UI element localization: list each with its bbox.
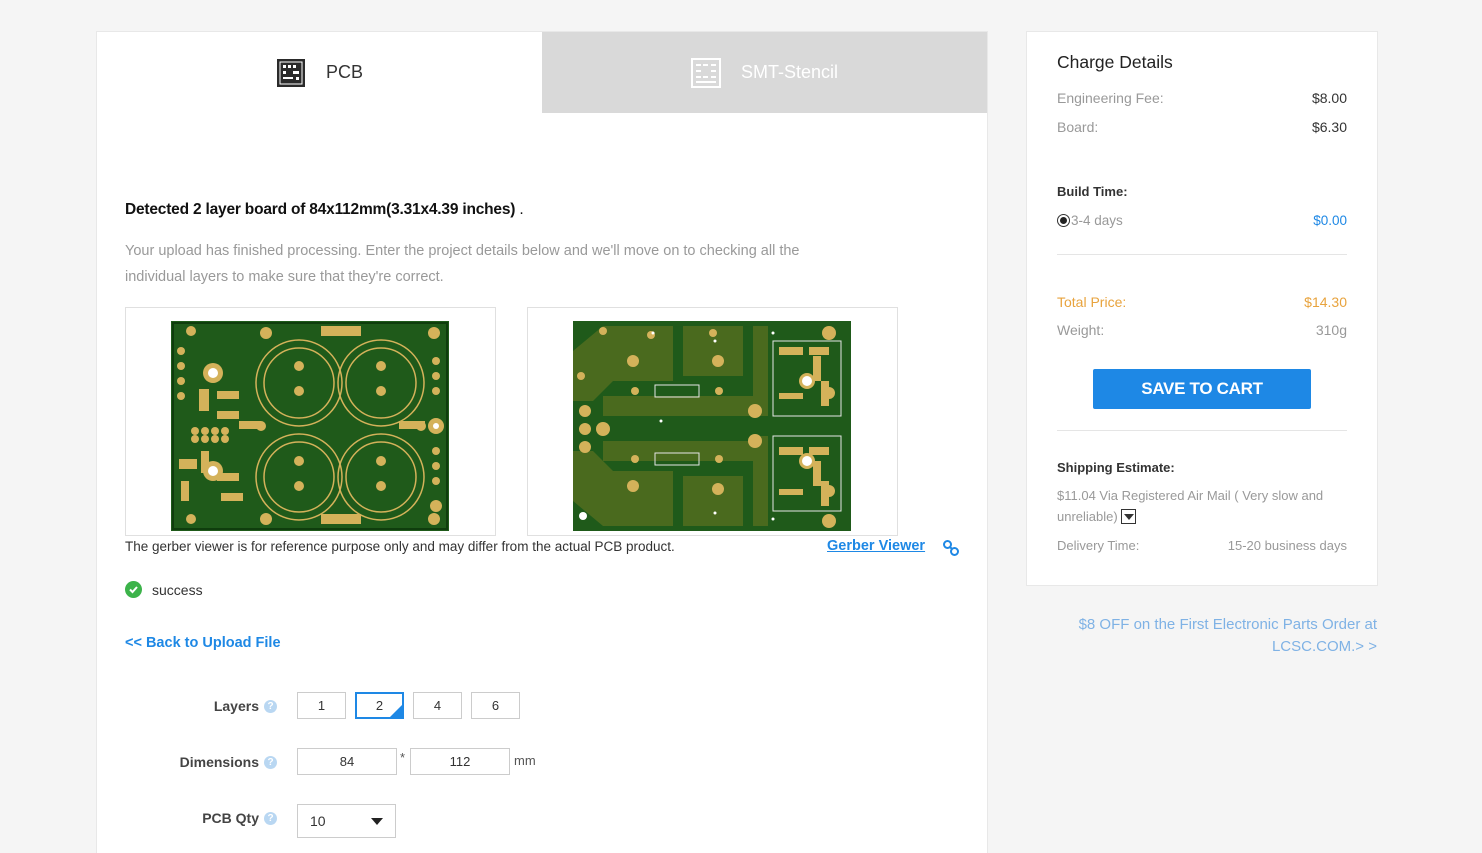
pcb-qty-select[interactable]: 10 bbox=[297, 804, 396, 838]
detected-board-info: Detected 2 layer board of 84x112mm(3.31x… bbox=[125, 201, 524, 219]
divider bbox=[1057, 430, 1347, 431]
times-symbol: * bbox=[400, 750, 406, 765]
height-input[interactable]: 112 bbox=[410, 748, 510, 775]
detected-dot: . bbox=[515, 201, 524, 218]
build-option-label: 3-4 days bbox=[1071, 213, 1123, 228]
gerber-reference-note: The gerber viewer is for reference purpo… bbox=[125, 539, 675, 554]
layers-label: Layers? bbox=[137, 698, 277, 714]
unit-label: mm bbox=[514, 753, 536, 768]
build-option-price: $0.00 bbox=[1313, 213, 1347, 228]
engineering-fee-label: Engineering Fee: bbox=[1057, 90, 1164, 106]
pcb-bottom-preview[interactable] bbox=[527, 307, 898, 536]
charge-details-panel: Charge Details Engineering Fee: $8.00 Bo… bbox=[1026, 31, 1378, 586]
board-row: Board: $6.30 bbox=[1057, 119, 1347, 135]
shipping-method: $11.04 Via Registered Air Mail ( Very sl… bbox=[1057, 488, 1324, 524]
shipping-estimate-text: $11.04 Via Registered Air Mail ( Very sl… bbox=[1057, 485, 1347, 527]
pcb-order-panel: PCB SMT-Stencil Detected 2 layer board o… bbox=[96, 31, 988, 853]
layer-option-2[interactable]: 2 bbox=[355, 692, 404, 719]
board-label: Board: bbox=[1057, 119, 1099, 135]
save-to-cart-button[interactable]: SAVE TO CART bbox=[1093, 369, 1311, 409]
build-time-option[interactable]: 3-4 days $0.00 bbox=[1057, 213, 1347, 228]
weight-label: Weight: bbox=[1057, 322, 1105, 338]
total-price-value: $14.30 bbox=[1304, 294, 1347, 310]
total-price-label: Total Price: bbox=[1057, 294, 1127, 310]
caret-down-icon bbox=[371, 818, 383, 825]
layer-option-4[interactable]: 4 bbox=[413, 692, 462, 719]
dimensions-label-text: Dimensions bbox=[179, 754, 259, 770]
charge-details-title: Charge Details bbox=[1057, 52, 1173, 72]
layer-option-6[interactable]: 6 bbox=[471, 692, 520, 719]
help-icon[interactable]: ? bbox=[264, 755, 277, 769]
upload-status: success bbox=[125, 581, 203, 598]
tab-pcb-label: PCB bbox=[325, 62, 363, 82]
dimensions-label: Dimensions? bbox=[137, 754, 277, 770]
weight-value: 310g bbox=[1315, 322, 1347, 338]
pcb-top-image bbox=[171, 321, 449, 531]
check-icon bbox=[125, 581, 142, 598]
delivery-time-row: Delivery Time: 15-20 business days bbox=[1057, 538, 1347, 553]
detected-text: Detected 2 layer board of 84x112mm(3.31x… bbox=[125, 201, 516, 218]
help-icon[interactable]: ? bbox=[264, 811, 277, 825]
pcb-qty-value: 10 bbox=[310, 813, 326, 829]
tab-smt-stencil[interactable]: SMT-Stencil bbox=[542, 32, 987, 113]
delivery-time-label: Delivery Time: bbox=[1057, 538, 1140, 553]
tab-pcb[interactable]: PCB bbox=[97, 32, 542, 113]
pcb-chip-icon bbox=[276, 58, 305, 87]
board-value: $6.30 bbox=[1311, 119, 1347, 135]
layer-option-1[interactable]: 1 bbox=[297, 692, 346, 719]
back-to-upload-link[interactable]: << Back to Upload File bbox=[125, 635, 281, 651]
help-icon[interactable]: ? bbox=[264, 699, 277, 713]
link-icon[interactable] bbox=[942, 539, 960, 557]
shipping-estimate-title: Shipping Estimate: bbox=[1057, 460, 1175, 475]
pcb-qty-label: PCB Qty? bbox=[137, 810, 277, 826]
radio-selected-icon[interactable] bbox=[1057, 214, 1070, 227]
pcb-bottom-image bbox=[573, 321, 851, 531]
engineering-fee-value: $8.00 bbox=[1311, 90, 1347, 106]
total-price-row: Total Price: $14.30 bbox=[1057, 294, 1347, 310]
layers-label-text: Layers bbox=[213, 698, 259, 714]
tab-bar: PCB SMT-Stencil bbox=[97, 32, 987, 113]
engineering-fee-row: Engineering Fee: $8.00 bbox=[1057, 90, 1347, 106]
status-text: success bbox=[152, 581, 203, 598]
pcb-top-preview[interactable] bbox=[125, 307, 496, 536]
width-input[interactable]: 84 bbox=[297, 748, 397, 775]
build-time-title: Build Time: bbox=[1057, 184, 1128, 199]
pcb-qty-label-text: PCB Qty bbox=[202, 810, 259, 826]
divider bbox=[1057, 254, 1347, 255]
gerber-viewer-link[interactable]: Gerber Viewer bbox=[827, 538, 925, 554]
upload-description: Your upload has finished processing. Ent… bbox=[125, 243, 800, 285]
shipping-dropdown-icon[interactable] bbox=[1121, 509, 1137, 524]
weight-row: Weight: 310g bbox=[1057, 322, 1347, 338]
lcsc-promo-link[interactable]: $8 OFF on the First Electronic Parts Ord… bbox=[1030, 614, 1377, 658]
tab-smt-stencil-label: SMT-Stencil bbox=[740, 62, 839, 82]
delivery-time-value: 15-20 business days bbox=[1227, 538, 1347, 553]
stencil-icon bbox=[690, 57, 721, 88]
build-option: 3-4 days bbox=[1057, 213, 1123, 228]
